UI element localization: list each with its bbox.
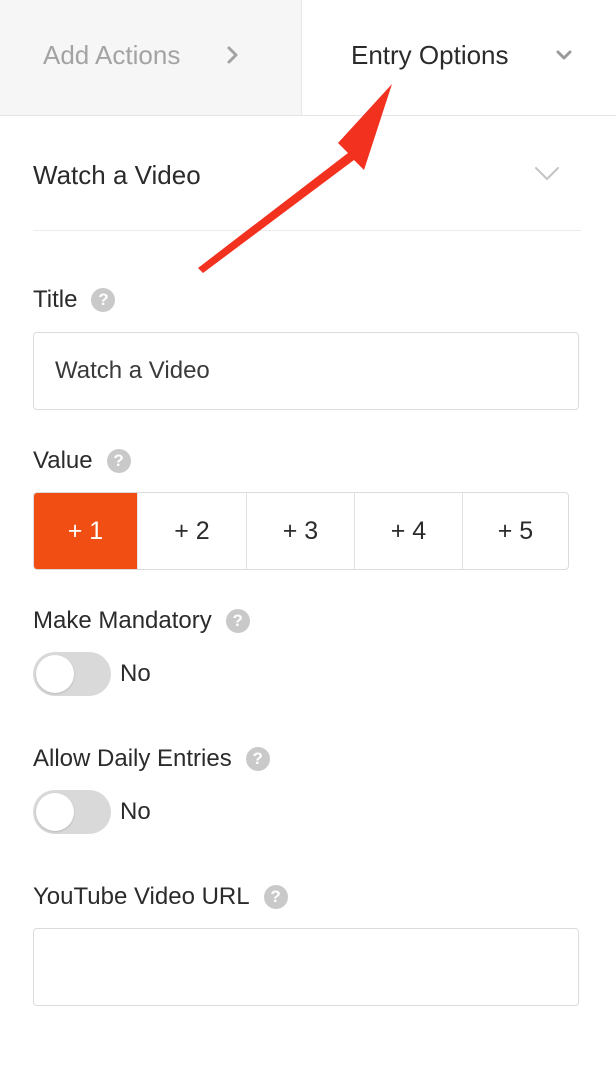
value-option-1[interactable]: + 1 [34,493,137,569]
youtube-url-input[interactable] [33,928,579,1006]
value-option-4[interactable]: + 4 [354,493,462,569]
title-input[interactable]: Watch a Video [33,332,579,410]
mandatory-label: Make Mandatory ? [33,607,250,635]
help-icon[interactable]: ? [245,747,270,771]
daily-entries-label-text: Allow Daily Entries [33,745,232,772]
toggle-knob [36,793,74,831]
value-label: Value ? [33,447,131,475]
value-selector: + 1 + 2 + 3 + 4 + 5 [33,492,569,570]
help-icon[interactable]: ? [263,885,288,909]
tab-bar: Add Actions Entry Options [0,0,616,116]
value-option-2[interactable]: + 2 [137,493,246,569]
chevron-right-icon [227,46,238,64]
section-header[interactable]: Watch a Video [33,140,581,231]
daily-entries-toggle[interactable] [33,790,111,834]
tab-add-actions[interactable]: Add Actions [0,0,302,115]
chevron-down-icon [556,50,572,60]
tab-entry-options[interactable]: Entry Options [302,0,616,115]
title-input-value: Watch a Video [55,357,210,384]
daily-entries-toggle-row: No [33,790,151,834]
youtube-url-label-text: YouTube Video URL [33,883,250,910]
tab-add-actions-label: Add Actions [43,40,181,70]
chevron-down-icon[interactable] [534,166,560,182]
title-label-text: Title [33,286,78,313]
mandatory-toggle-row: No [33,652,151,696]
daily-entries-label: Allow Daily Entries ? [33,745,270,773]
help-icon[interactable]: ? [91,288,116,312]
section-title: Watch a Video [33,160,201,190]
mandatory-toggle[interactable] [33,652,111,696]
mandatory-state: No [120,660,151,687]
toggle-knob [36,655,74,693]
tab-entry-options-label: Entry Options [351,40,509,70]
help-icon[interactable]: ? [106,449,131,473]
value-label-text: Value [33,447,93,474]
title-label: Title ? [33,286,116,314]
daily-entries-state: No [120,798,151,825]
youtube-url-label: YouTube Video URL ? [33,883,288,911]
value-option-5[interactable]: + 5 [462,493,568,569]
mandatory-label-text: Make Mandatory [33,607,212,634]
value-option-3[interactable]: + 3 [246,493,354,569]
help-icon[interactable]: ? [225,609,250,633]
